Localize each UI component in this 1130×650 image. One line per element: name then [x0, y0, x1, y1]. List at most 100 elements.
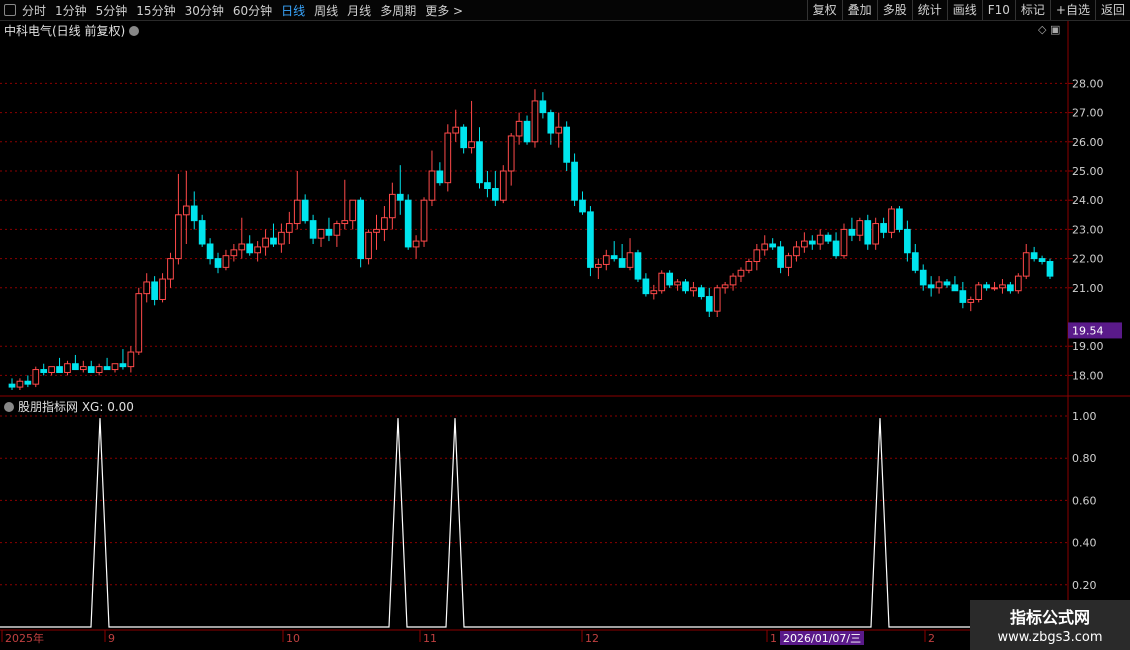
candle-body	[349, 199, 357, 222]
period-tab-3[interactable]: 15分钟	[136, 2, 175, 19]
candle-body	[285, 223, 293, 233]
candle-body	[24, 380, 32, 385]
candle-body	[119, 363, 127, 368]
panel-toggle-icon[interactable]: ▣	[1050, 23, 1060, 36]
toolbar-right-buttons: 复权 叠加 多股 统计 画线 F10 标记 +自选 返回	[806, 0, 1130, 20]
candle-body	[579, 199, 586, 213]
kline-chart[interactable]: 28.0027.0026.0025.0024.0023.0022.0021.00…	[0, 0, 1130, 650]
candle-body	[325, 228, 333, 236]
candle-body	[880, 223, 887, 233]
candle-body	[602, 255, 610, 265]
candle-body	[32, 369, 40, 385]
toolbar-button-6[interactable]: 标记	[1014, 0, 1050, 20]
candle-body	[983, 284, 990, 289]
period-tab-6[interactable]: 日线	[281, 2, 305, 19]
toolbar-button-0[interactable]: 复权	[806, 0, 842, 20]
candle-body	[515, 120, 523, 137]
candle-body	[1046, 261, 1054, 277]
candle-body	[698, 287, 705, 298]
candle-body	[341, 220, 349, 225]
period-tab-9[interactable]: 多周期	[380, 2, 416, 19]
price-tick-label: 26.00	[1072, 136, 1104, 149]
candle-body	[753, 249, 761, 263]
candle-body	[111, 363, 119, 371]
candle-body	[769, 243, 777, 248]
candle-body	[935, 281, 943, 289]
toolbar-button-1[interactable]: 叠加	[841, 0, 877, 20]
indicator-tick-label: 0.20	[1072, 579, 1097, 592]
candle-body	[896, 208, 903, 230]
candle-body	[571, 161, 578, 201]
candle-body	[79, 366, 87, 371]
chart-title: 中科电气(日线 前复权)	[4, 22, 140, 39]
chevron-down-icon[interactable]	[4, 402, 14, 412]
candle-body	[967, 298, 975, 303]
candle-body	[40, 369, 48, 373]
candle-body	[682, 281, 689, 292]
candle-body	[278, 231, 285, 245]
candle-body	[951, 284, 959, 292]
candle-body	[658, 272, 666, 292]
date-label: 10	[286, 632, 300, 645]
toolbar: 分时 1分钟 5分钟 15分钟 30分钟 60分钟 日线 周线 月线 多周期 更多 > 复权 叠加 多股…	[0, 0, 1130, 21]
candle-body	[230, 249, 238, 257]
candle-body	[396, 193, 404, 201]
candle-body	[904, 228, 911, 254]
candle-body	[832, 240, 840, 257]
candle-body	[381, 217, 388, 230]
candle-body	[563, 126, 571, 163]
toolbar-button-7[interactable]: +自选	[1049, 0, 1095, 20]
watermark-line2: www.zbgs3.com	[997, 630, 1103, 645]
candle-body	[412, 240, 420, 248]
candle-body	[999, 284, 1006, 289]
toolbar-button-3[interactable]: 统计	[911, 0, 947, 20]
candle-body	[888, 208, 895, 233]
diamond-icon[interactable]: ◇	[1038, 23, 1046, 36]
chevron-down-icon[interactable]	[129, 26, 140, 36]
candle-body	[293, 199, 301, 225]
candle-body	[1030, 252, 1038, 260]
candle-body	[523, 120, 531, 143]
period-tab-10[interactable]: 更多 >	[425, 2, 463, 19]
period-tab-5[interactable]: 60分钟	[233, 2, 272, 19]
toolbar-button-8[interactable]: 返回	[1094, 0, 1130, 20]
date-label: 11	[423, 632, 437, 645]
candle-body	[167, 258, 174, 280]
candle-body	[761, 243, 769, 251]
indicator-title-text: 股朋指标网 XG: 0.00	[18, 400, 134, 414]
candle-body	[531, 100, 539, 143]
period-tab-7[interactable]: 周线	[314, 2, 338, 19]
candle-body	[476, 141, 483, 184]
candle-body	[539, 100, 547, 114]
window-menu-icon[interactable]	[4, 4, 16, 16]
chart-corner-icons: ◇ ▣	[1038, 23, 1060, 36]
candle-body	[587, 211, 594, 268]
toolbar-button-2[interactable]: 多股	[876, 0, 912, 20]
price-tick-label: 18.00	[1072, 369, 1104, 382]
candle-body	[729, 275, 737, 286]
candle-body	[816, 234, 824, 245]
candle-body	[127, 351, 135, 368]
price-tick-label: 22.00	[1072, 253, 1104, 266]
candle-body	[626, 252, 634, 268]
candle-body	[864, 220, 872, 245]
candle-body	[1022, 252, 1030, 277]
period-tab-8[interactable]: 月线	[347, 2, 371, 19]
candle-body	[182, 205, 190, 216]
candle-body	[246, 243, 254, 254]
period-tab-4[interactable]: 30分钟	[185, 2, 224, 19]
toolbar-button-5[interactable]: F10	[981, 0, 1015, 20]
candle-body	[198, 220, 206, 245]
candle-body	[840, 228, 848, 257]
candle-body	[507, 135, 515, 172]
candle-body	[56, 366, 63, 373]
date-label: 2025年	[5, 631, 44, 645]
period-tab-0[interactable]: 分时	[22, 2, 46, 19]
candle-body	[16, 380, 24, 388]
candle-body	[943, 281, 951, 286]
period-tab-1[interactable]: 1分钟	[55, 2, 87, 19]
toolbar-button-4[interactable]: 画线	[946, 0, 982, 20]
candle-body	[365, 231, 372, 260]
period-tab-2[interactable]: 5分钟	[96, 2, 128, 19]
indicator-tick-label: 0.40	[1072, 537, 1097, 550]
